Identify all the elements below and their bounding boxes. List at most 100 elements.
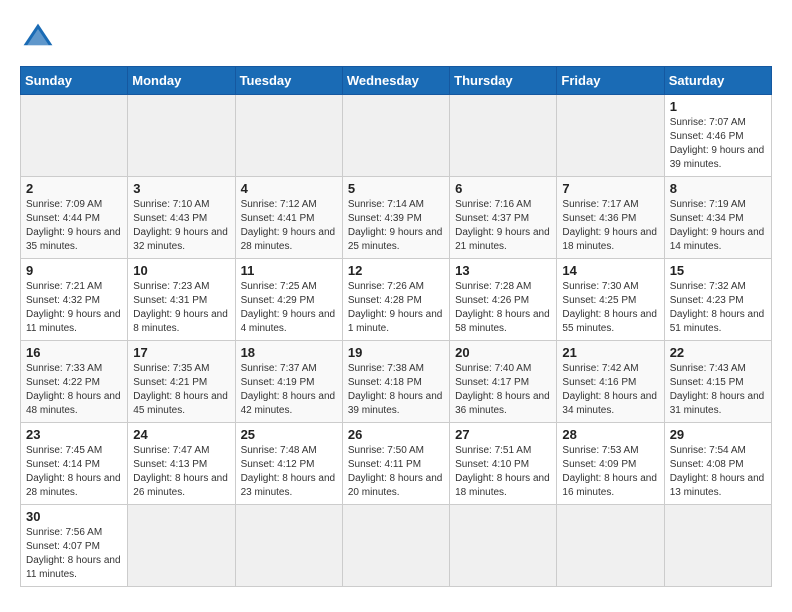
- day-number: 18: [241, 345, 337, 360]
- day-info: Sunrise: 7:56 AM Sunset: 4:07 PM Dayligh…: [26, 526, 122, 582]
- day-number: 22: [670, 345, 766, 360]
- day-of-week-header: Tuesday: [235, 67, 342, 95]
- calendar-day-cell: 8 Sunrise: 7:19 AM Sunset: 4:34 PM Daylig…: [664, 177, 771, 259]
- day-info: Sunrise: 7:23 AM Sunset: 4:31 PM Dayligh…: [133, 280, 229, 336]
- day-info: Sunrise: 7:10 AM Sunset: 4:43 PM Dayligh…: [133, 198, 229, 254]
- day-number: 8: [670, 181, 766, 196]
- day-number: 13: [455, 263, 551, 278]
- calendar-day-cell: 19 Sunrise: 7:38 AM Sunset: 4:18 PM Dayli…: [342, 341, 449, 423]
- day-info: Sunrise: 7:16 AM Sunset: 4:37 PM Dayligh…: [455, 198, 551, 254]
- calendar-day-cell: 7 Sunrise: 7:17 AM Sunset: 4:36 PM Daylig…: [557, 177, 664, 259]
- day-number: 28: [562, 427, 658, 442]
- day-info: Sunrise: 7:42 AM Sunset: 4:16 PM Dayligh…: [562, 362, 658, 418]
- day-info: Sunrise: 7:48 AM Sunset: 4:12 PM Dayligh…: [241, 444, 337, 500]
- calendar-day-cell: 22 Sunrise: 7:43 AM Sunset: 4:15 PM Dayli…: [664, 341, 771, 423]
- calendar-week-row: 9 Sunrise: 7:21 AM Sunset: 4:32 PM Daylig…: [21, 259, 772, 341]
- day-number: 14: [562, 263, 658, 278]
- calendar-day-cell: 5 Sunrise: 7:14 AM Sunset: 4:39 PM Daylig…: [342, 177, 449, 259]
- calendar-day-cell: 28 Sunrise: 7:53 AM Sunset: 4:09 PM Dayli…: [557, 423, 664, 505]
- day-info: Sunrise: 7:50 AM Sunset: 4:11 PM Dayligh…: [348, 444, 444, 500]
- day-info: Sunrise: 7:40 AM Sunset: 4:17 PM Dayligh…: [455, 362, 551, 418]
- day-number: 16: [26, 345, 122, 360]
- calendar: SundayMondayTuesdayWednesdayThursdayFrid…: [20, 66, 772, 587]
- day-number: 29: [670, 427, 766, 442]
- day-number: 11: [241, 263, 337, 278]
- page-header: [20, 20, 772, 56]
- calendar-week-row: 1 Sunrise: 7:07 AM Sunset: 4:46 PM Daylig…: [21, 95, 772, 177]
- day-info: Sunrise: 7:07 AM Sunset: 4:46 PM Dayligh…: [670, 116, 766, 172]
- calendar-body: 1 Sunrise: 7:07 AM Sunset: 4:46 PM Daylig…: [21, 95, 772, 587]
- calendar-day-cell: 23 Sunrise: 7:45 AM Sunset: 4:14 PM Dayli…: [21, 423, 128, 505]
- calendar-header: SundayMondayTuesdayWednesdayThursdayFrid…: [21, 67, 772, 95]
- day-of-week-header: Wednesday: [342, 67, 449, 95]
- day-number: 20: [455, 345, 551, 360]
- day-info: Sunrise: 7:35 AM Sunset: 4:21 PM Dayligh…: [133, 362, 229, 418]
- day-number: 7: [562, 181, 658, 196]
- day-number: 10: [133, 263, 229, 278]
- day-info: Sunrise: 7:25 AM Sunset: 4:29 PM Dayligh…: [241, 280, 337, 336]
- calendar-day-cell: [450, 95, 557, 177]
- calendar-week-row: 30 Sunrise: 7:56 AM Sunset: 4:07 PM Dayli…: [21, 505, 772, 587]
- calendar-day-cell: [664, 505, 771, 587]
- day-number: 25: [241, 427, 337, 442]
- day-number: 9: [26, 263, 122, 278]
- calendar-day-cell: 13Sunrise: 7:28 AM Sunset: 4:26 PM Dayli…: [450, 259, 557, 341]
- calendar-day-cell: 11 Sunrise: 7:25 AM Sunset: 4:29 PM Dayli…: [235, 259, 342, 341]
- day-info: Sunrise: 7:54 AM Sunset: 4:08 PM Dayligh…: [670, 444, 766, 500]
- day-of-week-header: Thursday: [450, 67, 557, 95]
- day-number: 17: [133, 345, 229, 360]
- day-of-week-header: Sunday: [21, 67, 128, 95]
- day-number: 24: [133, 427, 229, 442]
- day-info: Sunrise: 7:43 AM Sunset: 4:15 PM Dayligh…: [670, 362, 766, 418]
- calendar-day-cell: 16Sunrise: 7:33 AM Sunset: 4:22 PM Dayli…: [21, 341, 128, 423]
- day-of-week-header: Friday: [557, 67, 664, 95]
- day-info: Sunrise: 7:53 AM Sunset: 4:09 PM Dayligh…: [562, 444, 658, 500]
- calendar-day-cell: [450, 505, 557, 587]
- calendar-day-cell: 2 Sunrise: 7:09 AM Sunset: 4:44 PM Daylig…: [21, 177, 128, 259]
- day-number: 1: [670, 99, 766, 114]
- calendar-day-cell: 9 Sunrise: 7:21 AM Sunset: 4:32 PM Daylig…: [21, 259, 128, 341]
- calendar-day-cell: [342, 505, 449, 587]
- calendar-day-cell: 20 Sunrise: 7:40 AM Sunset: 4:17 PM Dayli…: [450, 341, 557, 423]
- day-info: Sunrise: 7:45 AM Sunset: 4:14 PM Dayligh…: [26, 444, 122, 500]
- day-number: 30: [26, 509, 122, 524]
- day-number: 19: [348, 345, 444, 360]
- day-number: 26: [348, 427, 444, 442]
- calendar-day-cell: 17 Sunrise: 7:35 AM Sunset: 4:21 PM Dayli…: [128, 341, 235, 423]
- calendar-day-cell: [128, 95, 235, 177]
- calendar-day-cell: [235, 95, 342, 177]
- day-info: Sunrise: 7:21 AM Sunset: 4:32 PM Dayligh…: [26, 280, 122, 336]
- calendar-day-cell: 15Sunrise: 7:32 AM Sunset: 4:23 PM Dayli…: [664, 259, 771, 341]
- calendar-day-cell: 12Sunrise: 7:26 AM Sunset: 4:28 PM Dayli…: [342, 259, 449, 341]
- calendar-week-row: 16Sunrise: 7:33 AM Sunset: 4:22 PM Dayli…: [21, 341, 772, 423]
- calendar-week-row: 2 Sunrise: 7:09 AM Sunset: 4:44 PM Daylig…: [21, 177, 772, 259]
- day-of-week-header: Monday: [128, 67, 235, 95]
- calendar-day-cell: 24 Sunrise: 7:47 AM Sunset: 4:13 PM Dayli…: [128, 423, 235, 505]
- calendar-day-cell: [235, 505, 342, 587]
- calendar-day-cell: 6 Sunrise: 7:16 AM Sunset: 4:37 PM Daylig…: [450, 177, 557, 259]
- day-number: 2: [26, 181, 122, 196]
- calendar-day-cell: [557, 95, 664, 177]
- day-info: Sunrise: 7:19 AM Sunset: 4:34 PM Dayligh…: [670, 198, 766, 254]
- day-number: 23: [26, 427, 122, 442]
- day-info: Sunrise: 7:09 AM Sunset: 4:44 PM Dayligh…: [26, 198, 122, 254]
- day-info: Sunrise: 7:38 AM Sunset: 4:18 PM Dayligh…: [348, 362, 444, 418]
- day-number: 12: [348, 263, 444, 278]
- calendar-day-cell: [21, 95, 128, 177]
- logo: [20, 20, 60, 56]
- calendar-day-cell: [557, 505, 664, 587]
- day-info: Sunrise: 7:32 AM Sunset: 4:23 PM Dayligh…: [670, 280, 766, 336]
- day-number: 5: [348, 181, 444, 196]
- day-number: 6: [455, 181, 551, 196]
- day-number: 27: [455, 427, 551, 442]
- day-number: 4: [241, 181, 337, 196]
- calendar-day-cell: 29 Sunrise: 7:54 AM Sunset: 4:08 PM Dayli…: [664, 423, 771, 505]
- calendar-day-cell: 3 Sunrise: 7:10 AM Sunset: 4:43 PM Daylig…: [128, 177, 235, 259]
- calendar-day-cell: [128, 505, 235, 587]
- day-number: 3: [133, 181, 229, 196]
- day-info: Sunrise: 7:47 AM Sunset: 4:13 PM Dayligh…: [133, 444, 229, 500]
- calendar-day-cell: 10 Sunrise: 7:23 AM Sunset: 4:31 PM Dayli…: [128, 259, 235, 341]
- day-info: Sunrise: 7:17 AM Sunset: 4:36 PM Dayligh…: [562, 198, 658, 254]
- day-info: Sunrise: 7:14 AM Sunset: 4:39 PM Dayligh…: [348, 198, 444, 254]
- calendar-day-cell: 26 Sunrise: 7:50 AM Sunset: 4:11 PM Dayli…: [342, 423, 449, 505]
